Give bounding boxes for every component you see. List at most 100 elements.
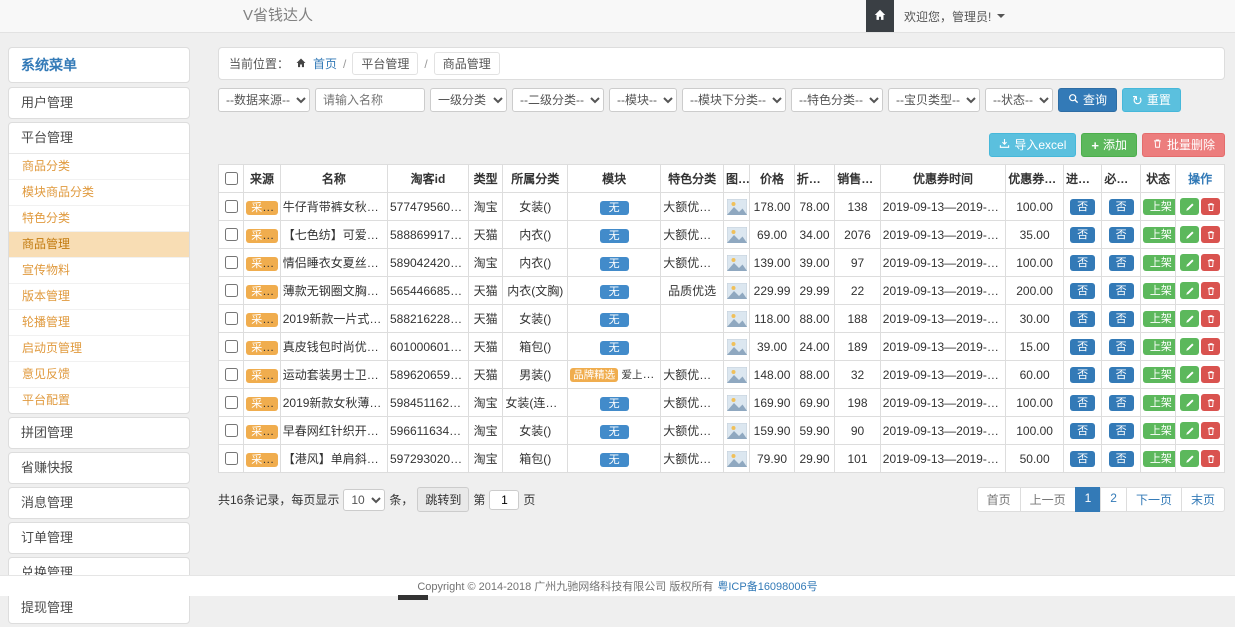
must-buy-toggle[interactable]: 否 (1109, 367, 1134, 383)
sidebar-item[interactable]: 提现管理 (9, 593, 189, 623)
per-page-select[interactable]: 10 (343, 489, 385, 511)
must-buy-toggle[interactable]: 否 (1109, 423, 1134, 439)
delete-button[interactable] (1201, 254, 1220, 271)
sidebar-item[interactable]: 订单管理 (9, 523, 189, 553)
row-checkbox[interactable] (225, 256, 238, 269)
page-button[interactable]: 末页 (1181, 487, 1225, 512)
status-button[interactable]: 上架 (1143, 199, 1176, 215)
import-excel-button[interactable]: 导入excel (989, 133, 1076, 157)
sidebar-subitem[interactable]: 模块商品分类 (9, 180, 189, 206)
must-buy-toggle[interactable]: 否 (1109, 451, 1134, 467)
page-button[interactable]: 2 (1100, 487, 1127, 512)
import-select-toggle[interactable]: 否 (1070, 311, 1095, 327)
sidebar-subitem[interactable]: 意见反馈 (9, 362, 189, 388)
filter-select[interactable]: --状态-- (985, 88, 1053, 112)
delete-button[interactable] (1201, 366, 1220, 383)
breadcrumb-home-link[interactable]: 首页 (313, 55, 337, 72)
edit-button[interactable] (1180, 366, 1199, 383)
import-select-toggle[interactable]: 否 (1070, 255, 1095, 271)
page-button[interactable]: 首页 (977, 487, 1021, 512)
sidebar-subitem[interactable]: 轮播管理 (9, 310, 189, 336)
page-button[interactable]: 下一页 (1126, 487, 1182, 512)
must-buy-toggle[interactable]: 否 (1109, 227, 1134, 243)
must-buy-toggle[interactable]: 否 (1109, 199, 1134, 215)
filter-select[interactable]: --特色分类-- (791, 88, 883, 112)
status-button[interactable]: 上架 (1143, 339, 1176, 355)
sidebar-subitem[interactable]: 商品分类 (9, 154, 189, 180)
import-select-toggle[interactable]: 否 (1070, 423, 1095, 439)
row-checkbox[interactable] (225, 200, 238, 213)
filter-select[interactable]: --模块下分类-- (682, 88, 786, 112)
sidebar-subitem[interactable]: 版本管理 (9, 284, 189, 310)
status-button[interactable]: 上架 (1143, 255, 1176, 271)
sidebar-subitem[interactable]: 商品管理 (9, 232, 189, 258)
row-checkbox[interactable] (225, 312, 238, 325)
must-buy-toggle[interactable]: 否 (1109, 283, 1134, 299)
row-checkbox[interactable] (225, 368, 238, 381)
jump-button[interactable]: 跳转到 (417, 487, 469, 512)
edit-button[interactable] (1180, 226, 1199, 243)
delete-button[interactable] (1201, 450, 1220, 467)
status-button[interactable]: 上架 (1143, 395, 1176, 411)
status-button[interactable]: 上架 (1143, 367, 1176, 383)
home-button[interactable] (866, 0, 894, 32)
page-button[interactable]: 1 (1075, 487, 1102, 512)
must-buy-toggle[interactable]: 否 (1109, 311, 1134, 327)
filter-select[interactable]: --宝贝类型-- (888, 88, 980, 112)
row-checkbox[interactable] (225, 228, 238, 241)
edit-button[interactable] (1180, 338, 1199, 355)
delete-button[interactable] (1201, 226, 1220, 243)
filter-select[interactable]: 一级分类 (430, 88, 507, 112)
edit-button[interactable] (1180, 310, 1199, 327)
delete-button[interactable] (1201, 198, 1220, 215)
row-checkbox[interactable] (225, 284, 238, 297)
edit-button[interactable] (1180, 394, 1199, 411)
status-button[interactable]: 上架 (1143, 423, 1176, 439)
add-button[interactable]: + 添加 (1081, 133, 1137, 157)
page-button[interactable]: 上一页 (1020, 487, 1076, 512)
select-all-checkbox[interactable] (225, 172, 238, 185)
import-select-toggle[interactable]: 否 (1070, 451, 1095, 467)
sidebar-item[interactable]: 省赚快报 (9, 453, 189, 483)
status-button[interactable]: 上架 (1143, 283, 1176, 299)
row-checkbox[interactable] (225, 340, 238, 353)
row-checkbox[interactable] (225, 396, 238, 409)
sidebar-subitem[interactable]: 启动页管理 (9, 336, 189, 362)
import-select-toggle[interactable]: 否 (1070, 339, 1095, 355)
import-select-toggle[interactable]: 否 (1070, 227, 1095, 243)
sidebar-item[interactable]: 拼团管理 (9, 418, 189, 448)
must-buy-toggle[interactable]: 否 (1109, 339, 1134, 355)
row-checkbox[interactable] (225, 452, 238, 465)
import-select-toggle[interactable]: 否 (1070, 395, 1095, 411)
jump-page-input[interactable] (489, 490, 519, 510)
must-buy-toggle[interactable]: 否 (1109, 395, 1134, 411)
user-menu[interactable]: 欢迎您，管理员! (894, 0, 1015, 32)
import-select-toggle[interactable]: 否 (1070, 199, 1095, 215)
delete-button[interactable] (1201, 310, 1220, 327)
icp-link[interactable]: 粤ICP备16098006号 (717, 578, 817, 594)
import-select-toggle[interactable]: 否 (1070, 367, 1095, 383)
sidebar-subitem[interactable]: 特色分类 (9, 206, 189, 232)
delete-button[interactable] (1201, 394, 1220, 411)
row-checkbox[interactable] (225, 424, 238, 437)
delete-button[interactable] (1201, 282, 1220, 299)
sidebar-subitem[interactable]: 宣传物料 (9, 258, 189, 284)
delete-button[interactable] (1201, 338, 1220, 355)
edit-button[interactable] (1180, 282, 1199, 299)
filter-select[interactable]: --模块-- (609, 88, 677, 112)
filter-select[interactable]: --二级分类-- (512, 88, 604, 112)
status-button[interactable]: 上架 (1143, 311, 1176, 327)
status-button[interactable]: 上架 (1143, 227, 1176, 243)
edit-button[interactable] (1180, 450, 1199, 467)
sidebar-subitem[interactable]: 平台配置 (9, 388, 189, 413)
reset-button[interactable]: ↻ 重置 (1122, 88, 1181, 112)
name-search-input[interactable] (315, 88, 425, 112)
sidebar-item[interactable]: 用户管理 (9, 88, 189, 118)
must-buy-toggle[interactable]: 否 (1109, 255, 1134, 271)
edit-button[interactable] (1180, 254, 1199, 271)
batch-delete-button[interactable]: 批量删除 (1142, 133, 1225, 157)
import-select-toggle[interactable]: 否 (1070, 283, 1095, 299)
app-brand[interactable]: V省钱达人 (243, 0, 313, 32)
sidebar-item[interactable]: 消息管理 (9, 488, 189, 518)
status-button[interactable]: 上架 (1143, 451, 1176, 467)
